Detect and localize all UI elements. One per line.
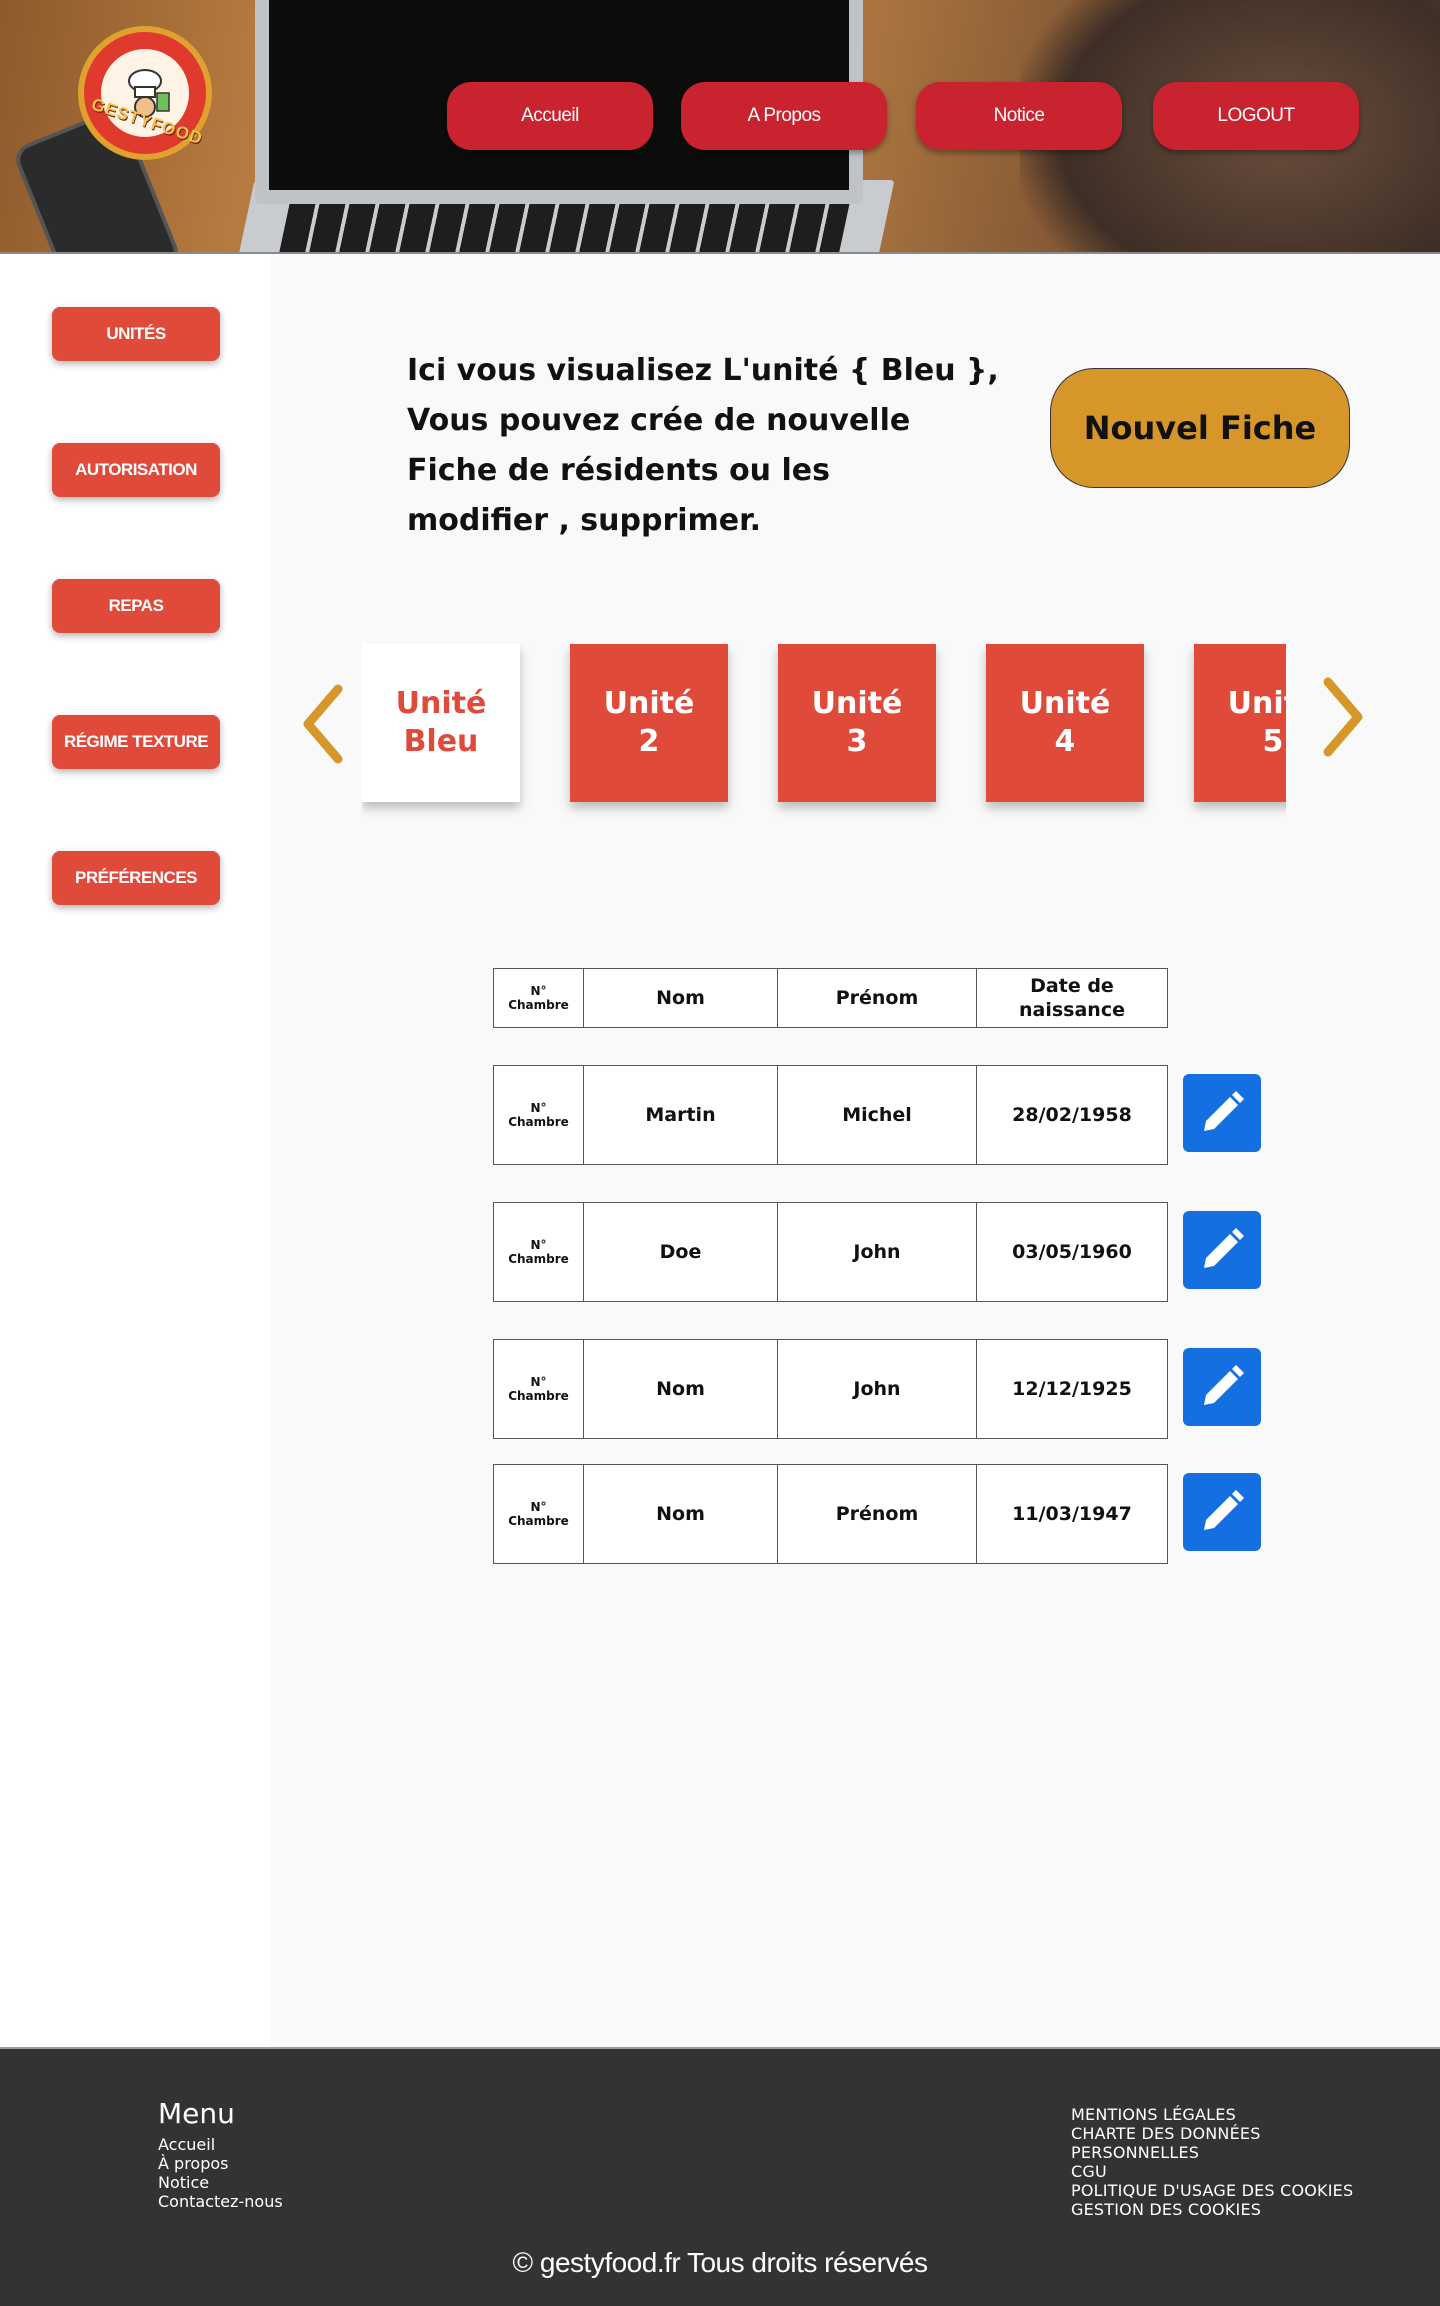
cell-chambre-line: Chambre: [508, 1115, 569, 1129]
cell-chambre: N° Chambre: [493, 1202, 584, 1302]
cell-chambre: N° Chambre: [493, 1464, 584, 1564]
sidebar-item-preferences[interactable]: PRÉFÉRENCES: [52, 851, 220, 905]
header-date: Date de naissance: [976, 968, 1168, 1028]
cell-nom: Nom: [583, 1339, 778, 1439]
footer-link-apropos[interactable]: À propos: [158, 2154, 228, 2173]
header-chambre: N° Chambre: [493, 968, 584, 1028]
table-row[interactable]: N° Chambre Nom John 12/12/1925: [493, 1339, 1168, 1439]
unit-card-5[interactable]: Unité5: [1194, 644, 1286, 802]
unit-card-number: 2: [638, 724, 660, 759]
cell-nom: Doe: [583, 1202, 778, 1302]
table-row[interactable]: N° Chambre Doe John 03/05/1960: [493, 1202, 1168, 1302]
cell-chambre-line: N°: [530, 1500, 547, 1514]
table-header: N° Chambre Nom Prénom Date de naissance: [493, 968, 1168, 1028]
copyright: © gestyfood.fr Tous droits réservés: [512, 2247, 928, 2278]
unit-card-2[interactable]: Unité 2: [570, 644, 728, 802]
unit-card-number: 3: [846, 724, 868, 759]
footer-link-accueil[interactable]: Accueil: [158, 2135, 215, 2154]
unit-carousel: UnitéBleu Unité2 Unité3 Unité4 Unité5: [362, 644, 1286, 824]
header-banner: GESTYFOOD Accueil A Propos Notice LOGOUT: [0, 0, 1440, 254]
edit-button[interactable]: [1183, 1074, 1261, 1152]
footer-link-mentions-legales[interactable]: MENTIONS LÉGALES: [1071, 2105, 1236, 2124]
intro-text: Ici vous visualisez L'unité { Bleu }, Vo…: [407, 346, 1007, 546]
cell-prenom: John: [777, 1202, 977, 1302]
unit-card-label: Unité: [1019, 686, 1111, 721]
sidebar-item-regime-texture[interactable]: RÉGIME TEXTURE: [52, 715, 220, 769]
header-date-line: Date de: [1030, 975, 1114, 997]
sidebar: UNITÉS AUTORISATION REPAS RÉGIME TEXTURE…: [0, 254, 270, 2047]
nav-notice-button[interactable]: Notice: [916, 82, 1122, 150]
footer-link-contact[interactable]: Contactez-nous: [158, 2192, 283, 2211]
cell-chambre-line: N°: [530, 1375, 547, 1389]
cell-date: 28/02/1958: [976, 1065, 1168, 1165]
unit-card-4[interactable]: Unité 4: [986, 644, 1144, 802]
header-nom: Nom: [583, 968, 778, 1028]
unit-card-label: Unité: [1227, 686, 1286, 721]
header-date-line: naissance: [1019, 999, 1125, 1021]
unit-card-number: Bleu: [403, 724, 479, 759]
cell-date: 12/12/1925: [976, 1339, 1168, 1439]
unit-card-label: Unité: [603, 686, 695, 721]
unit-card-number: 5: [1262, 724, 1284, 759]
unit-card-number: 4: [1054, 724, 1076, 759]
cell-prenom: John: [777, 1339, 977, 1439]
header-chambre-line: Chambre: [508, 998, 569, 1012]
cell-chambre-line: Chambre: [508, 1252, 569, 1266]
footer-link-cgu[interactable]: CGU: [1071, 2162, 1107, 2181]
pencil-icon: [1204, 1228, 1244, 1268]
unit-card-3[interactable]: Unité 3: [778, 644, 936, 802]
cell-chambre-line: N°: [530, 1238, 547, 1252]
footer-link-personnelles[interactable]: PERSONNELLES: [1071, 2143, 1199, 2162]
cell-chambre: N° Chambre: [493, 1339, 584, 1439]
cell-chambre: N° Chambre: [493, 1065, 584, 1165]
intro-line: Ici vous visualisez L'unité { Bleu },: [407, 353, 999, 388]
nav-apropos-button[interactable]: A Propos: [681, 82, 887, 150]
header-prenom: Prénom: [777, 968, 977, 1028]
footer: Menu Accueil À propos Notice Contactez-n…: [0, 2047, 1440, 2306]
pencil-icon: [1204, 1365, 1244, 1405]
edit-button[interactable]: [1183, 1473, 1261, 1551]
cell-date: 03/05/1960: [976, 1202, 1168, 1302]
intro-line: modifier , supprimer.: [407, 503, 762, 538]
intro-line: Vous pouvez crée de nouvelle: [407, 403, 911, 438]
unit-card-label: Unité: [395, 686, 487, 721]
cell-chambre-line: Chambre: [508, 1514, 569, 1528]
footer-link-cookies-policy[interactable]: POLITIQUE D'USAGE DES COOKIES: [1071, 2181, 1353, 2200]
cell-prenom: Prénom: [777, 1464, 977, 1564]
edit-button[interactable]: [1183, 1211, 1261, 1289]
sidebar-item-repas[interactable]: REPAS: [52, 579, 220, 633]
pencil-icon: [1204, 1490, 1244, 1530]
nav-accueil-button[interactable]: Accueil: [447, 82, 653, 150]
chevron-right-icon[interactable]: [1318, 672, 1368, 762]
main-content: Ici vous visualisez L'unité { Bleu }, Vo…: [270, 254, 1440, 2047]
unit-card-bleu[interactable]: Unité Bleu: [362, 644, 520, 802]
sidebar-item-autorisation[interactable]: AUTORISATION: [52, 443, 220, 497]
sidebar-item-unites[interactable]: UNITÉS: [52, 307, 220, 361]
unit-card-label: Unité: [811, 686, 903, 721]
cell-nom: Nom: [583, 1464, 778, 1564]
edit-button[interactable]: [1183, 1348, 1261, 1426]
table-row[interactable]: N° Chambre Martin Michel 28/02/1958: [493, 1065, 1168, 1165]
cell-chambre-line: N°: [530, 1101, 547, 1115]
cell-chambre-line: Chambre: [508, 1389, 569, 1403]
logout-button[interactable]: LOGOUT: [1153, 82, 1359, 150]
table-row[interactable]: N° Chambre Nom Prénom 11/03/1947: [493, 1464, 1168, 1564]
pencil-icon: [1204, 1091, 1244, 1131]
footer-link-notice[interactable]: Notice: [158, 2173, 209, 2192]
intro-line: Fiche de résidents ou les: [407, 453, 830, 488]
footer-link-charte-donnees[interactable]: CHARTE DES DONNÉES: [1071, 2124, 1261, 2143]
cell-prenom: Michel: [777, 1065, 977, 1165]
footer-link-gestion-cookies[interactable]: GESTION DES COOKIES: [1071, 2200, 1261, 2219]
header-chambre-line: N°: [530, 984, 547, 998]
new-fiche-button[interactable]: Nouvel Fiche: [1050, 368, 1350, 488]
cell-date: 11/03/1947: [976, 1464, 1168, 1564]
chevron-left-icon[interactable]: [298, 679, 348, 769]
cell-nom: Martin: [583, 1065, 778, 1165]
footer-menu-title: Menu: [158, 2097, 235, 2130]
